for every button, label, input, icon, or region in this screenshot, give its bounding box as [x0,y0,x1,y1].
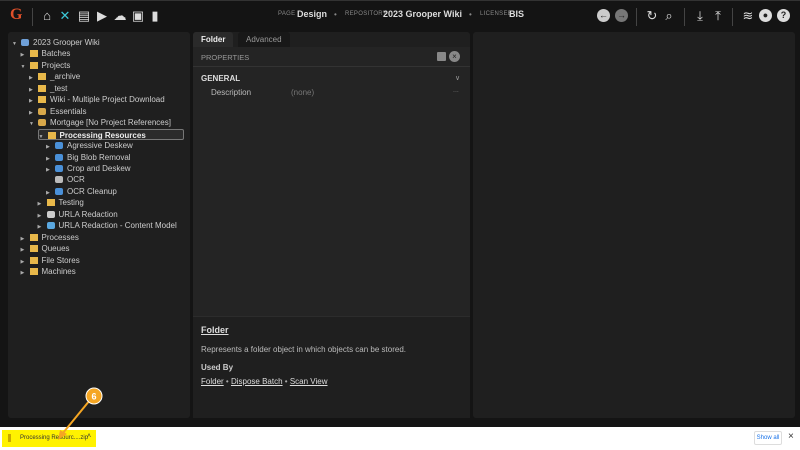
annotation-arrowhead [58,430,67,440]
annotation-overlay: 6 [58,387,103,440]
annotation-arrow [62,399,91,434]
annotation-number: 6 [91,392,96,402]
